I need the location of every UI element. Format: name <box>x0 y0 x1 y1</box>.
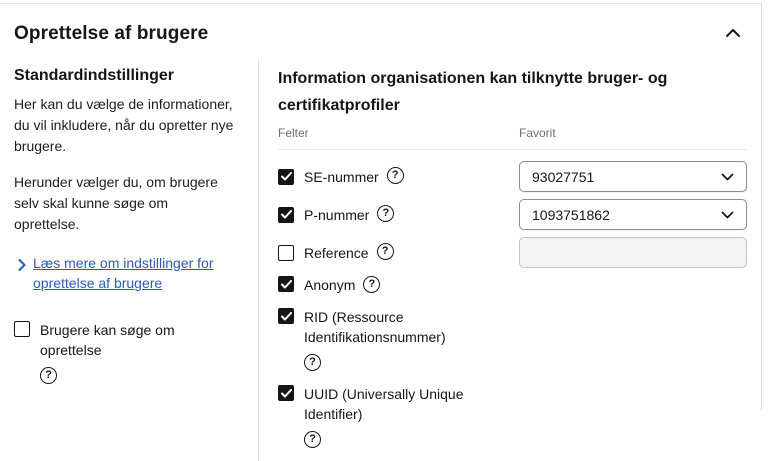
favorite-input-disabled <box>519 237 747 268</box>
field-label: SE-nummer <box>304 168 379 185</box>
field-checkbox[interactable] <box>278 308 294 324</box>
left-heading: Standardindstillinger <box>14 67 175 84</box>
field-label: UUID (Universally Unique Identifier) <box>304 386 464 422</box>
field-row: UUID (Universally Unique Identifier) ? <box>278 384 747 448</box>
field-checkbox[interactable] <box>278 168 294 185</box>
read-more-link-label: Læs mere om indstillinger for opret­tels… <box>33 255 214 291</box>
field-row: Reference ? <box>278 237 747 268</box>
chevron-down-icon <box>721 168 734 186</box>
fields-column: Information organisationen kan tilknytte… <box>259 59 763 461</box>
chevron-down-icon <box>721 206 734 224</box>
help-icon[interactable]: ? <box>304 431 321 448</box>
field-checkbox[interactable] <box>278 244 294 261</box>
field-row: RID (Ressource Identifikationsnum­mer) ? <box>278 307 747 371</box>
table-header: Felter Favorit <box>278 126 747 150</box>
content-columns: Standardindstillinger Her kan du vælge d… <box>0 59 761 461</box>
help-icon[interactable]: ? <box>363 276 381 293</box>
apply-checkbox-label: Brugere kan søge om oprettelse <box>40 322 175 358</box>
field-label-wrap: RID (Ressource Identifikationsnum­mer) ? <box>304 307 519 371</box>
field-row: Anonym ? <box>278 275 747 295</box>
favorite-select[interactable]: 1093751862 <box>519 199 747 230</box>
page: Oprettelse af brugere Standardindstillin… <box>0 0 768 461</box>
read-more-link[interactable]: Læs mere om indstillinger for opret­tels… <box>18 253 232 293</box>
panel-header: Oprettelse af brugere <box>0 4 761 59</box>
field-checkbox[interactable] <box>278 385 294 401</box>
fields-heading: Information organisationen kan tilknytte… <box>278 70 668 114</box>
column-label-favorite: Favorit <box>519 126 556 140</box>
column-label-fields: Felter <box>278 126 309 140</box>
apply-checkbox[interactable] <box>14 321 30 337</box>
help-icon[interactable]: ? <box>376 242 394 260</box>
secondary-paragraph: Herunder vælger du, om brugere selv skal… <box>14 174 218 232</box>
field-label-wrap: Reference ? <box>304 242 394 263</box>
field-row-left: Reference ? <box>278 237 519 268</box>
field-label-wrap: UUID (Universally Unique Identifier) ? <box>304 384 519 448</box>
apply-checkbox-row: Brugere kan søge om oprettelse ? <box>14 320 236 384</box>
apply-checkbox-label-wrap: Brugere kan søge om oprettelse ? <box>40 320 236 384</box>
standard-settings-column: Standardindstillinger Her kan du vælge d… <box>14 59 259 461</box>
field-label: RID (Ressource Identifikationsnum­mer) <box>304 309 446 345</box>
field-row-left: P-nummer ? <box>278 199 519 230</box>
chevron-up-icon <box>725 26 741 41</box>
intro-paragraph: Her kan du vælge de informationer, du vi… <box>14 96 234 154</box>
field-label: Anonym <box>304 277 356 293</box>
field-checkbox[interactable] <box>278 276 294 292</box>
field-row-left: RID (Ressource Identifikationsnum­mer) ? <box>278 307 519 371</box>
help-icon[interactable]: ? <box>304 354 321 371</box>
field-row-left: SE-nummer ? <box>278 161 519 192</box>
favorite-select-value: 93027751 <box>532 168 595 185</box>
field-checkbox[interactable] <box>278 206 294 223</box>
field-rows: SE-nummer ? 93027751 P-nummer ? 10937518… <box>278 150 747 448</box>
field-label-wrap: P-nummer ? <box>304 204 395 225</box>
favorite-select-value: 1093751862 <box>532 206 610 223</box>
help-icon[interactable]: ? <box>40 367 57 384</box>
field-label: Reference <box>304 244 369 261</box>
field-label: P-nummer <box>304 206 370 223</box>
help-icon[interactable]: ? <box>377 204 395 222</box>
help-icon[interactable]: ? <box>386 166 404 184</box>
page-title: Oprettelse af brugere <box>14 22 209 44</box>
chevron-right-icon <box>18 256 26 293</box>
field-row: SE-nummer ? 93027751 <box>278 161 747 192</box>
field-row-left: UUID (Universally Unique Identifier) ? <box>278 384 519 448</box>
collapse-section-button[interactable] <box>721 22 745 45</box>
field-label-wrap: SE-nummer ? <box>304 166 404 187</box>
field-row: P-nummer ? 1093751862 <box>278 199 747 230</box>
user-creation-panel: Oprettelse af brugere Standardindstillin… <box>0 3 762 461</box>
field-label-wrap: Anonym ? <box>304 275 381 295</box>
favorite-select[interactable]: 93027751 <box>519 161 747 192</box>
field-row-left: Anonym ? <box>278 275 519 295</box>
